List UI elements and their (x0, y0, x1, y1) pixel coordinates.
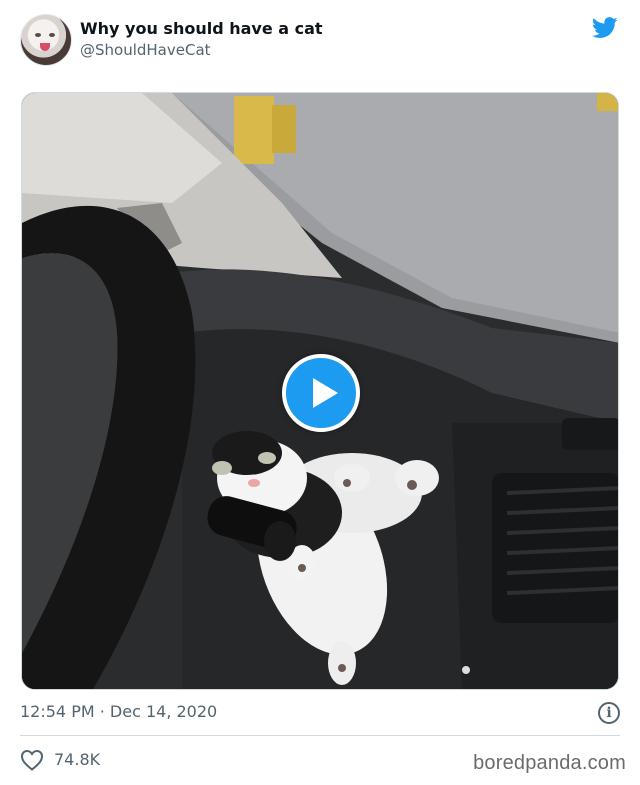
play-icon[interactable] (282, 354, 360, 432)
heart-icon[interactable] (20, 749, 44, 771)
tweet-meta: 12:54 PM · Dec 14, 2020 i (20, 700, 620, 726)
like-count[interactable]: 74.8K (54, 750, 100, 769)
avatar-eye (35, 33, 41, 37)
tweet-header: Why you should have a cat @ShouldHaveCat (20, 14, 620, 70)
tweet-card: Why you should have a cat @ShouldHaveCat (0, 0, 640, 785)
avatar-eye (49, 33, 55, 37)
user-handle[interactable]: @ShouldHaveCat (80, 41, 211, 59)
divider (20, 735, 620, 736)
tweet-timestamp[interactable]: 12:54 PM · Dec 14, 2020 (20, 702, 217, 721)
tweet-actions: 74.8K (20, 746, 320, 774)
avatar-tongue (40, 43, 50, 51)
video-thumbnail[interactable] (21, 92, 619, 690)
display-name[interactable]: Why you should have a cat (80, 19, 323, 38)
twitter-bird-icon[interactable] (592, 17, 618, 39)
avatar[interactable] (20, 14, 72, 66)
play-triangle (313, 378, 338, 408)
watermark: boredpanda.com (473, 752, 626, 774)
info-icon[interactable]: i (598, 702, 620, 724)
